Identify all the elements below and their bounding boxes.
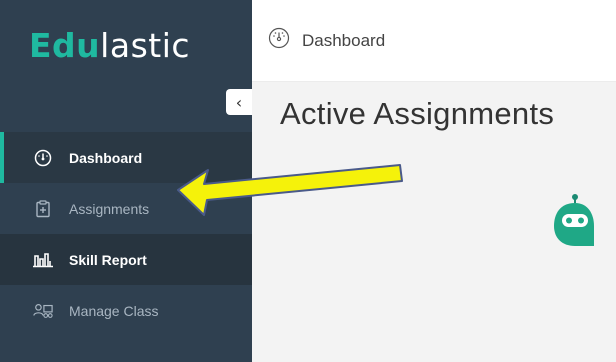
sidebar-item-label: Dashboard bbox=[69, 149, 143, 166]
dashboard-gauge-icon bbox=[268, 27, 290, 54]
app-logo[interactable]: Edulastic bbox=[29, 26, 190, 66]
page-title: Active Assignments bbox=[280, 96, 555, 131]
annotation-arrow bbox=[177, 164, 403, 216]
sidebar-item-label: Assignments bbox=[69, 200, 150, 217]
chevron-left-icon: ‹ bbox=[235, 92, 243, 112]
sidebar-item-label: Manage Class bbox=[69, 302, 159, 319]
sidebar-collapse-button[interactable]: ‹ bbox=[226, 89, 252, 115]
header: Dashboard bbox=[252, 0, 616, 82]
logo-rest: lastic bbox=[100, 26, 191, 65]
logo-accent: Edu bbox=[29, 26, 101, 65]
manage-class-icon bbox=[33, 301, 53, 321]
sidebar-item-manage-class[interactable]: Manage Class bbox=[0, 285, 252, 336]
dashboard-gauge-icon bbox=[33, 148, 53, 168]
bar-chart-icon bbox=[33, 250, 53, 270]
robot-chat-icon bbox=[550, 194, 600, 254]
breadcrumb: Dashboard bbox=[302, 30, 386, 50]
sidebar-item-skill-report[interactable]: Skill Report bbox=[0, 234, 252, 285]
sidebar-item-label: Skill Report bbox=[69, 251, 147, 268]
clipboard-plus-icon bbox=[33, 199, 53, 219]
